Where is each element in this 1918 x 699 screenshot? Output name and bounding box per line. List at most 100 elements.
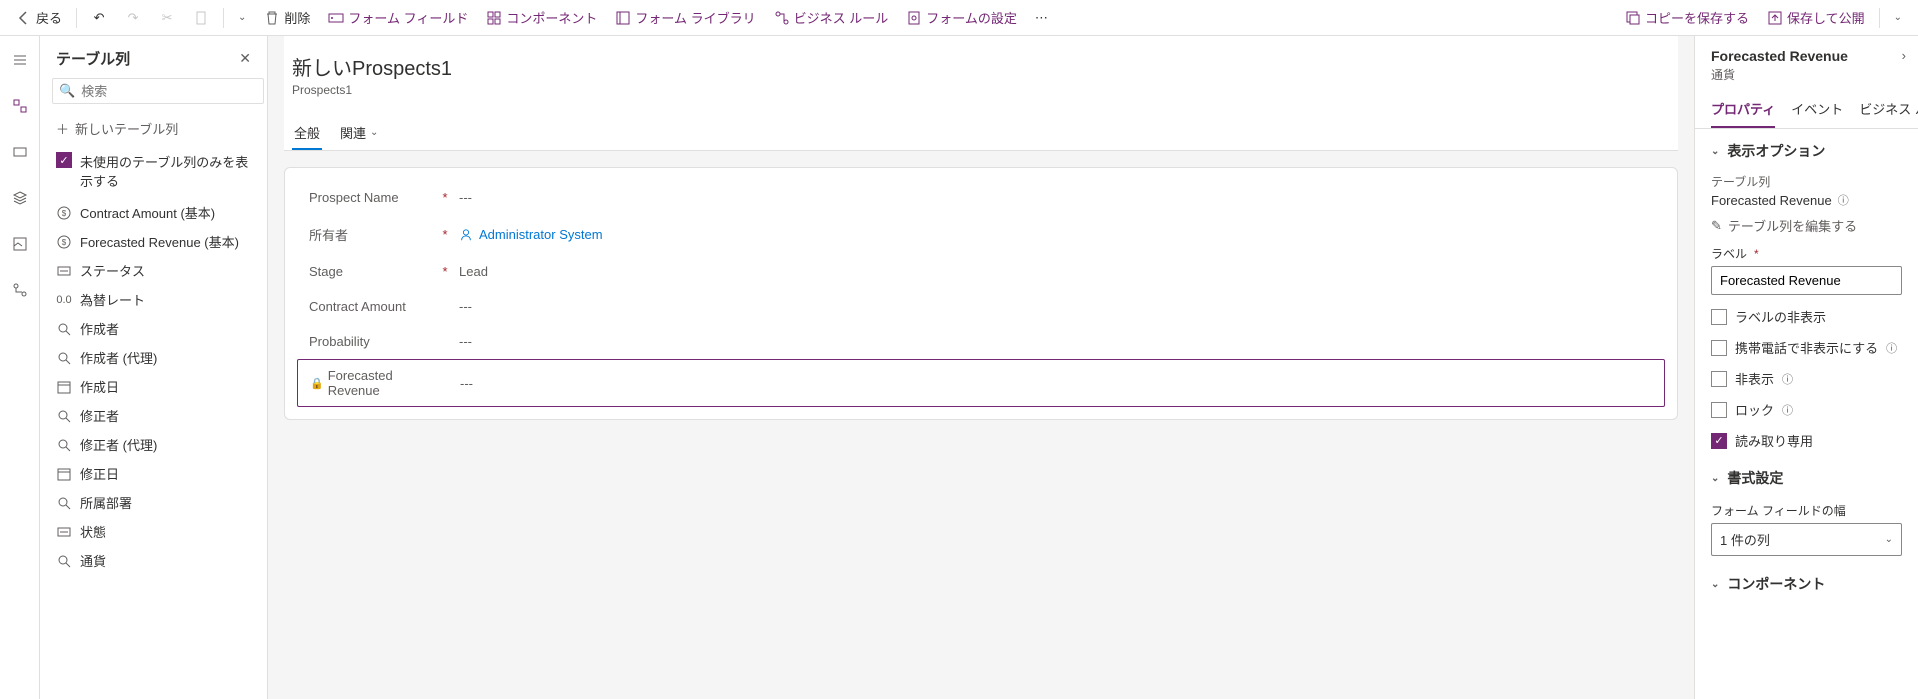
tab-business-rules[interactable]: ビジネス ル... xyxy=(1859,91,1918,128)
form-section: Prospect Name*---所有者*Administrator Syste… xyxy=(284,167,1678,420)
tab-related[interactable]: 関連 ⌄ xyxy=(338,117,380,150)
edit-column-link[interactable]: ✎ テーブル列を編集する xyxy=(1695,212,1918,239)
column-item[interactable]: 0.0為替レート xyxy=(40,285,267,314)
separator xyxy=(76,8,77,28)
trash-icon xyxy=(264,10,280,26)
column-item-label: 為替レート xyxy=(80,290,145,309)
field-label: Prospect Name xyxy=(309,190,399,205)
hide-checkbox[interactable]: 非表示 ⓘ xyxy=(1695,363,1918,394)
columns-panel: テーブル列 ✕ 🔍 ▽⌄ ＋ 新しいテーブル列 ✓ 未使用のテーブル列のみを表示… xyxy=(40,36,268,699)
business-rule-button[interactable]: ビジネス ルール xyxy=(766,4,897,31)
form-field-row[interactable]: 🔒 Forecasted Revenue --- xyxy=(297,359,1665,407)
form-field-row[interactable]: Probability--- xyxy=(285,324,1677,359)
column-item[interactable]: 状態 xyxy=(40,517,267,546)
section-components[interactable]: ⌄ コンポーネント xyxy=(1695,562,1918,602)
form-field-row[interactable]: Stage*Lead xyxy=(285,254,1677,289)
tab-properties[interactable]: プロパティ xyxy=(1711,91,1775,128)
paste-button[interactable] xyxy=(185,6,217,30)
field-width-label: フォーム フィールドの幅 xyxy=(1711,502,1902,519)
section-display-options[interactable]: ⌄ 表示オプション xyxy=(1695,129,1918,169)
form-library-button[interactable]: フォーム ライブラリ xyxy=(607,4,763,31)
plus-icon: ＋ xyxy=(56,119,69,138)
column-item[interactable]: ステータス xyxy=(40,256,267,285)
form-field-row[interactable]: Contract Amount--- xyxy=(285,289,1677,324)
readonly-checkbox[interactable]: ✓ 読み取り専用 xyxy=(1695,425,1918,456)
lock-icon: 🔒 xyxy=(310,377,324,390)
rail-image[interactable] xyxy=(4,228,36,260)
column-item-label: 状態 xyxy=(80,522,106,541)
redo-button[interactable]: ↷ xyxy=(117,6,149,30)
component-button[interactable]: コンポーネント xyxy=(478,4,605,31)
column-item[interactable]: 修正者 xyxy=(40,401,267,430)
separator xyxy=(223,8,224,28)
overflow-button[interactable]: ⋯ xyxy=(1027,6,1056,30)
hide-label-checkbox[interactable]: ラベルの非表示 xyxy=(1695,301,1918,332)
save-publish-button[interactable]: 保存して公開 xyxy=(1759,4,1873,31)
field-label: 所有者 xyxy=(309,225,348,244)
back-button[interactable]: 戻る xyxy=(8,4,70,31)
rail-form[interactable] xyxy=(4,136,36,168)
info-icon[interactable]: ⓘ xyxy=(1838,192,1849,208)
library-icon xyxy=(615,10,631,26)
check-icon: ✓ xyxy=(56,152,72,168)
unused-only-label: 未使用のテーブル列のみを表示する xyxy=(80,152,251,190)
column-item[interactable]: 所属部署 xyxy=(40,488,267,517)
label-input[interactable] xyxy=(1711,266,1902,295)
field-width-select[interactable]: 1 件の列 ⌄ xyxy=(1711,523,1902,556)
field-label: Forecasted Revenue xyxy=(328,368,440,398)
rail-hamburger[interactable] xyxy=(4,44,36,76)
section-formatting[interactable]: ⌄ 書式設定 xyxy=(1695,456,1918,496)
cut-button[interactable]: ✂ xyxy=(151,6,183,30)
lookup-icon xyxy=(56,553,72,569)
info-icon: ⓘ xyxy=(1782,402,1793,418)
column-item[interactable]: $Contract Amount (基本) xyxy=(40,198,267,227)
expand-icon[interactable]: › xyxy=(1902,48,1906,63)
properties-title: Forecasted Revenue xyxy=(1711,48,1902,64)
info-icon: ⓘ xyxy=(1886,340,1897,356)
column-item[interactable]: $Forecasted Revenue (基本) xyxy=(40,227,267,256)
column-item[interactable]: 作成日 xyxy=(40,372,267,401)
undo-button[interactable]: ↶ xyxy=(83,6,115,30)
component-icon xyxy=(486,10,502,26)
cut-icon: ✂ xyxy=(159,10,175,26)
column-item[interactable]: 修正者 (代理) xyxy=(40,430,267,459)
tab-events[interactable]: イベント xyxy=(1791,91,1843,128)
form-field-button[interactable]: フォーム フィールド xyxy=(320,4,476,31)
svg-text:$: $ xyxy=(62,238,67,247)
field-value: --- xyxy=(451,299,472,314)
form-field-row[interactable]: 所有者*Administrator System xyxy=(285,215,1677,254)
new-column-button[interactable]: ＋ 新しいテーブル列 xyxy=(40,113,267,144)
info-icon: ⓘ xyxy=(1782,371,1793,387)
search-input[interactable] xyxy=(81,84,257,99)
separator xyxy=(1879,8,1880,28)
hide-phone-checkbox[interactable]: 携帯電話で非表示にする ⓘ xyxy=(1695,332,1918,363)
component-label: コンポーネント xyxy=(506,8,597,27)
flow-icon xyxy=(774,10,790,26)
form-settings-button[interactable]: フォームの設定 xyxy=(898,4,1025,31)
column-item-label: 作成者 xyxy=(80,319,119,338)
column-item[interactable]: 作成者 (代理) xyxy=(40,343,267,372)
tab-general[interactable]: 全般 xyxy=(292,117,322,150)
checkbox-icon xyxy=(1711,340,1727,356)
column-item[interactable]: 通貨 xyxy=(40,546,267,575)
chevron-down-icon: ⌄ xyxy=(1894,12,1902,23)
dropdown-button[interactable]: ⌄ xyxy=(230,8,254,27)
field-value: --- xyxy=(452,376,473,391)
column-item[interactable]: 修正日 xyxy=(40,459,267,488)
delete-button[interactable]: 削除 xyxy=(256,4,318,31)
save-copy-button[interactable]: コピーを保存する xyxy=(1617,4,1757,31)
save-dropdown[interactable]: ⌄ xyxy=(1886,8,1910,27)
rail-tree[interactable] xyxy=(4,274,36,306)
required-mark: * xyxy=(1750,247,1762,261)
rail-components[interactable] xyxy=(4,90,36,122)
arrow-left-icon xyxy=(16,10,32,26)
lookup-icon xyxy=(56,495,72,511)
rail-layers[interactable] xyxy=(4,182,36,214)
form-field-row[interactable]: Prospect Name*--- xyxy=(285,180,1677,215)
lock-checkbox[interactable]: ロック ⓘ xyxy=(1695,394,1918,425)
unused-only-checkbox[interactable]: ✓ 未使用のテーブル列のみを表示する xyxy=(40,144,267,198)
close-icon[interactable]: ✕ xyxy=(239,50,251,67)
chevron-down-icon: ⌄ xyxy=(1711,146,1719,157)
search-input-wrap[interactable]: 🔍 xyxy=(52,78,264,104)
column-item[interactable]: 作成者 xyxy=(40,314,267,343)
